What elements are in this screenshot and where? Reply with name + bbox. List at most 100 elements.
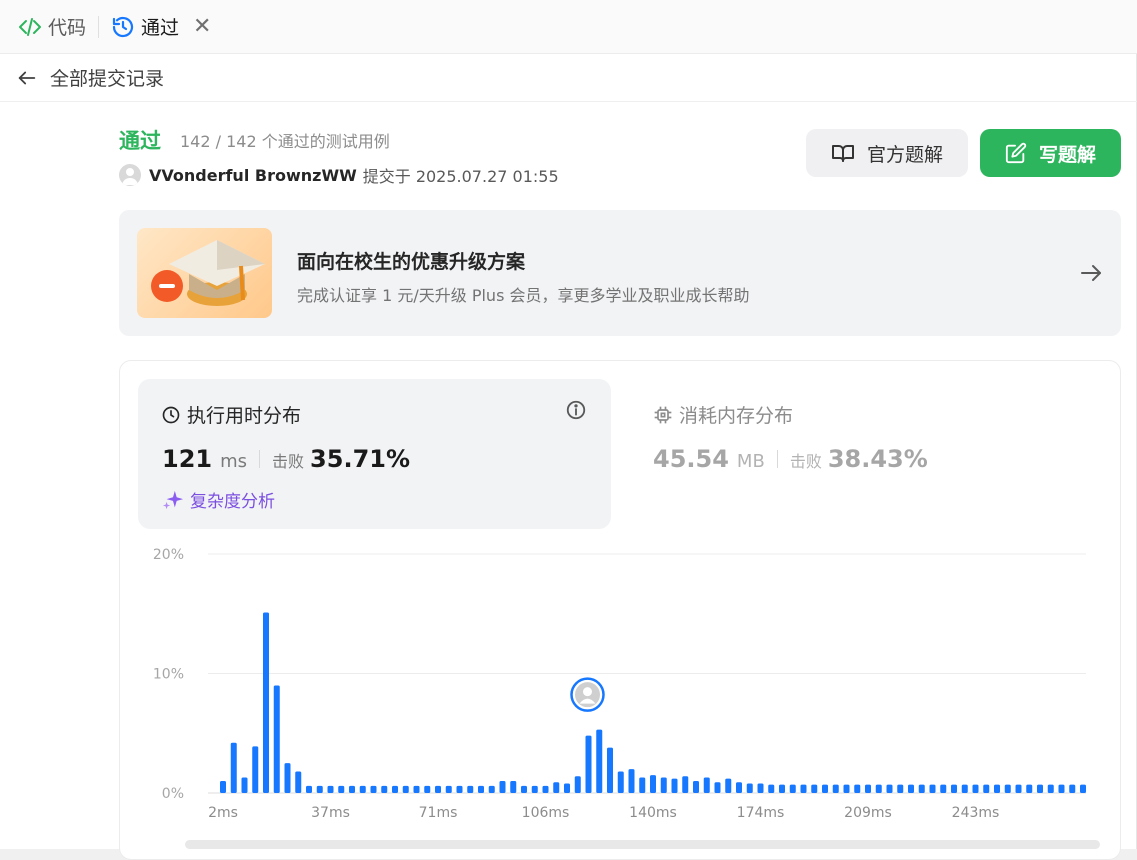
chart-bar[interactable] (832, 784, 839, 793)
chart-bar[interactable] (349, 785, 355, 793)
chart-bar[interactable] (435, 785, 441, 793)
chart-bar[interactable] (316, 785, 323, 793)
chart-bar[interactable] (660, 777, 667, 793)
write-solution-button[interactable]: 写题解 (980, 129, 1121, 177)
chart-bar[interactable] (252, 746, 259, 793)
chart-bar[interactable] (875, 784, 882, 793)
chart-bar[interactable] (263, 612, 269, 793)
chart-bar[interactable] (918, 784, 925, 793)
chart-bar[interactable] (1080, 784, 1086, 793)
chart-bar[interactable] (843, 784, 850, 793)
chart-bar[interactable] (768, 784, 775, 793)
chart-bar[interactable] (1047, 784, 1054, 793)
chart-bar[interactable] (284, 763, 291, 793)
chart-bar[interactable] (542, 785, 549, 793)
chart-bar[interactable] (338, 785, 345, 793)
chart-bar[interactable] (682, 776, 689, 793)
chart-bar[interactable] (445, 785, 452, 793)
chart-bar[interactable] (564, 783, 570, 793)
chart-bar[interactable] (854, 784, 861, 793)
chart-bar[interactable] (779, 784, 785, 793)
chart-bar[interactable] (1004, 784, 1011, 793)
avatar[interactable] (119, 164, 141, 186)
chart-bar[interactable] (327, 785, 334, 793)
chart-bar[interactable] (929, 784, 936, 793)
chart-bar[interactable] (531, 785, 538, 793)
complexity-analysis-link[interactable]: 复杂度分析 (162, 487, 275, 512)
chart-bar[interactable] (757, 783, 764, 793)
chart-bar[interactable] (983, 784, 990, 793)
chart-bar[interactable] (650, 775, 656, 793)
chart-bar[interactable] (596, 729, 603, 793)
chart-bar[interactable] (402, 785, 409, 793)
chart-bar[interactable] (467, 785, 474, 793)
arrow-left-icon[interactable] (16, 67, 38, 89)
chart-bar[interactable] (456, 785, 463, 793)
chart-bar[interactable] (886, 784, 893, 793)
chart-bar[interactable] (478, 785, 484, 793)
chart-bar[interactable] (617, 771, 624, 793)
chart-bar[interactable] (1058, 784, 1065, 793)
chart-bar[interactable] (1015, 784, 1022, 793)
chart-bar[interactable] (714, 782, 721, 793)
arrow-right-icon[interactable] (1079, 261, 1103, 285)
chart-bar[interactable] (359, 785, 366, 793)
info-icon[interactable] (565, 399, 587, 421)
tab-code[interactable]: 代码 (18, 0, 86, 54)
chart-bar[interactable] (392, 785, 398, 793)
chart-bar[interactable] (951, 784, 957, 793)
horizontal-scrollbar[interactable] (185, 840, 1100, 849)
chart-bar[interactable] (585, 735, 592, 793)
chart-bar[interactable] (736, 782, 742, 793)
chart-bar[interactable] (961, 784, 968, 793)
chart-bar[interactable] (1037, 784, 1043, 793)
chart-bar[interactable] (241, 777, 248, 793)
chart-bar[interactable] (811, 784, 818, 793)
chart-bar[interactable] (865, 784, 871, 793)
chart-bar[interactable] (510, 781, 517, 793)
close-icon[interactable]: ✕ (193, 14, 211, 39)
x-tick-label: 2ms (208, 805, 238, 821)
chart-bar[interactable] (639, 777, 646, 793)
chart-bar[interactable] (413, 785, 420, 793)
chart-bar[interactable] (381, 785, 388, 793)
chart-bar[interactable] (574, 776, 581, 793)
official-solution-button[interactable]: 官方题解 (806, 129, 968, 177)
chart-bar[interactable] (746, 783, 753, 793)
chart-bar[interactable] (703, 777, 710, 793)
chart-bar[interactable] (220, 781, 226, 793)
runtime-panel[interactable]: 执行用时分布 121 ms 击败 35.71% 复杂度分析 (138, 379, 611, 529)
tab-result[interactable]: 通过 ✕ (111, 0, 211, 54)
user-position-avatar[interactable] (570, 677, 605, 712)
chart-bar[interactable] (822, 784, 828, 793)
chart-bar[interactable] (628, 769, 635, 793)
all-submissions-link[interactable]: 全部提交记录 (50, 64, 164, 91)
chart-bar[interactable] (693, 781, 699, 793)
user-name[interactable]: VVonderful BrownzWW (149, 166, 357, 185)
chart-bar[interactable] (424, 785, 431, 793)
chart-bar[interactable] (306, 785, 312, 793)
chart-bar[interactable] (521, 785, 527, 793)
chart-bar[interactable] (607, 747, 613, 793)
chart-bar[interactable] (940, 784, 947, 793)
chart-bar[interactable] (488, 785, 495, 793)
chart-bar[interactable] (800, 784, 807, 793)
chart-bar[interactable] (1069, 784, 1076, 793)
chart-bar[interactable] (789, 784, 796, 793)
chart-bar[interactable] (994, 784, 1000, 793)
chart-bar[interactable] (1026, 784, 1033, 793)
chart-bar[interactable] (230, 742, 237, 793)
chart-bar[interactable] (725, 778, 732, 793)
student-promo-banner[interactable]: 面向在校生的优惠升级方案 完成认证享 1 元/天升级 Plus 会员，享更多学业… (119, 210, 1121, 336)
chart-bar[interactable] (273, 685, 280, 793)
chart-bar[interactable] (908, 784, 914, 793)
chart-bar[interactable] (370, 785, 377, 793)
chart-bar[interactable] (972, 784, 979, 793)
memory-title: 消耗内存分布 (653, 401, 793, 428)
chart-bar[interactable] (499, 781, 506, 793)
chart-bar[interactable] (897, 784, 904, 793)
memory-panel[interactable]: 消耗内存分布 45.54 MB 击败 38.43% (631, 379, 1104, 529)
chart-bar[interactable] (295, 771, 302, 793)
chart-bar[interactable] (553, 782, 560, 793)
chart-bar[interactable] (671, 778, 678, 793)
